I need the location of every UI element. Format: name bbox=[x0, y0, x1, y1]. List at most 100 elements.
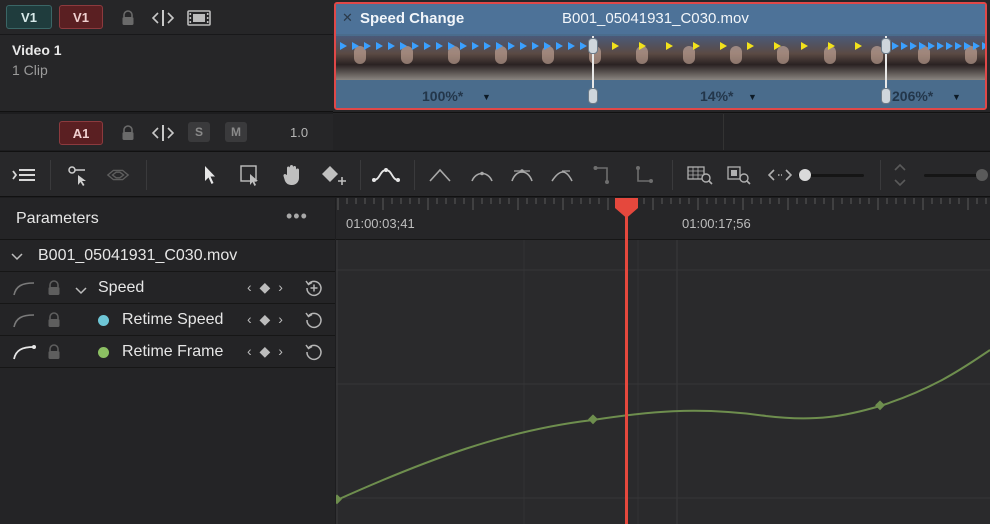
speed-marker bbox=[556, 42, 563, 50]
parameters-header: Parameters ••• bbox=[0, 198, 335, 240]
track-volume[interactable]: 1.0 bbox=[290, 125, 308, 140]
speed-marker bbox=[666, 42, 673, 50]
playhead-head-icon[interactable] bbox=[614, 198, 639, 220]
video-clip[interactable]: ✕ Speed Change B001_05041931_C030.mov 10… bbox=[334, 2, 987, 110]
keyframe-nav[interactable]: ‹ ◆ › bbox=[247, 279, 285, 296]
caret-down-icon[interactable]: ▼ bbox=[748, 92, 757, 102]
lock-icon[interactable] bbox=[118, 8, 138, 28]
mute-button[interactable]: M bbox=[225, 122, 247, 142]
speed-marker bbox=[520, 42, 527, 50]
solo-button[interactable]: S bbox=[188, 122, 210, 142]
hold-icon[interactable] bbox=[592, 163, 616, 187]
reset-icon[interactable] bbox=[304, 342, 324, 367]
speed-marker bbox=[352, 42, 359, 50]
speed-marker bbox=[693, 42, 700, 50]
audio-track-header: A1 S M 1.0 bbox=[0, 114, 333, 150]
reset-icon[interactable] bbox=[304, 310, 324, 335]
toggle-parameters-icon[interactable] bbox=[12, 163, 36, 187]
vertical-zoom-slider[interactable] bbox=[924, 174, 982, 177]
filmstrip-toggle-icon[interactable] bbox=[186, 7, 212, 29]
caret-down-icon[interactable]: ▼ bbox=[952, 92, 961, 102]
speed-change-title: Speed Change bbox=[360, 10, 465, 27]
curve-toggle-icon[interactable] bbox=[12, 280, 36, 301]
curve-toggle-icon[interactable] bbox=[12, 312, 36, 333]
speed-marker bbox=[973, 42, 980, 50]
speed-marker bbox=[747, 42, 754, 50]
curve-editor-icon[interactable] bbox=[372, 163, 400, 187]
parameter-row-speed[interactable]: Speed ‹ ◆ › bbox=[0, 272, 335, 304]
dynamic-zoom-icon[interactable] bbox=[106, 163, 130, 187]
add-keyframe-icon[interactable] bbox=[320, 163, 348, 187]
close-icon[interactable]: ✕ bbox=[342, 10, 353, 26]
destination-track-button[interactable]: V1 bbox=[6, 5, 52, 29]
speed-point-handle-bottom[interactable] bbox=[588, 88, 598, 104]
keyframe-point bbox=[875, 400, 885, 411]
speed-marker bbox=[424, 42, 431, 50]
horizontal-zoom-slider-knob[interactable] bbox=[799, 169, 811, 181]
chevron-down-icon[interactable] bbox=[74, 283, 88, 301]
vertical-zoom-icon[interactable] bbox=[888, 163, 912, 187]
ease-in-out-icon[interactable] bbox=[510, 163, 534, 187]
keyframe-nav[interactable]: ‹ ◆ › bbox=[247, 343, 285, 360]
speed-marker bbox=[928, 42, 935, 50]
speed-marker bbox=[855, 42, 862, 50]
speed-marker bbox=[901, 42, 908, 50]
lock-icon[interactable] bbox=[46, 280, 62, 301]
speed-segment-1[interactable]: 100%* bbox=[422, 88, 463, 104]
zoom-selection-icon[interactable] bbox=[726, 163, 754, 187]
parameter-row-retime-frame[interactable]: Retime Frame ‹ ◆ › bbox=[0, 336, 335, 368]
speed-marker bbox=[388, 42, 395, 50]
audio-auto-select-icon[interactable] bbox=[150, 122, 176, 144]
speed-marker bbox=[937, 42, 944, 50]
zoom-to-fit-icon[interactable] bbox=[686, 163, 714, 187]
add-reset-icon[interactable] bbox=[304, 278, 324, 303]
timecode-ruler[interactable]: 01:00:03;41 01:00:17;56 bbox=[336, 198, 990, 240]
speed-marker bbox=[400, 42, 407, 50]
speed-marker bbox=[508, 42, 515, 50]
chevron-down-icon[interactable] bbox=[10, 249, 24, 267]
marquee-select-icon[interactable] bbox=[238, 163, 262, 187]
retime-speed-color-dot bbox=[98, 315, 109, 326]
horizontal-zoom-icon[interactable] bbox=[768, 163, 792, 187]
audio-track-button[interactable]: A1 bbox=[59, 121, 103, 145]
more-options-icon[interactable]: ••• bbox=[286, 206, 308, 227]
step-icon[interactable] bbox=[632, 163, 656, 187]
parameter-label: Retime Speed bbox=[122, 311, 224, 328]
source-track-button[interactable]: V1 bbox=[59, 5, 103, 29]
curve-graph[interactable]: 01:00:03;41 01:00:17;56 bbox=[336, 198, 990, 524]
speed-point-handle-top[interactable] bbox=[881, 38, 891, 54]
audio-lock-icon[interactable] bbox=[118, 123, 138, 143]
parameters-title: Parameters bbox=[16, 210, 99, 227]
speed-segment-2[interactable]: 14%* bbox=[700, 88, 733, 104]
lock-icon[interactable] bbox=[46, 344, 62, 365]
speed-marker bbox=[982, 42, 985, 50]
hand-icon[interactable] bbox=[280, 163, 304, 187]
curve-select-icon[interactable] bbox=[66, 163, 90, 187]
speed-segment-3[interactable]: 206%* bbox=[892, 88, 933, 104]
auto-select-icon[interactable] bbox=[150, 7, 176, 29]
speed-point-handle-bottom[interactable] bbox=[881, 88, 891, 104]
pointer-icon[interactable] bbox=[198, 163, 222, 187]
speed-marker bbox=[892, 42, 899, 50]
parameter-label: Retime Frame bbox=[122, 343, 224, 360]
lock-icon[interactable] bbox=[46, 312, 62, 333]
speed-marker bbox=[828, 42, 835, 50]
clip-name: B001_05041931_C030.mov bbox=[38, 247, 238, 264]
keyframe-nav[interactable]: ‹ ◆ › bbox=[247, 311, 285, 328]
speed-point-handle-top[interactable] bbox=[588, 38, 598, 54]
playhead[interactable] bbox=[625, 206, 628, 524]
retime-frame-curve bbox=[336, 349, 990, 501]
clip-row[interactable]: B001_05041931_C030.mov bbox=[0, 240, 335, 272]
curve-graph-canvas[interactable] bbox=[336, 198, 990, 524]
vertical-zoom-slider-knob[interactable] bbox=[976, 169, 988, 181]
speed-marker bbox=[376, 42, 383, 50]
ease-icon[interactable] bbox=[550, 163, 574, 187]
caret-down-icon[interactable]: ▼ bbox=[482, 92, 491, 102]
linear-interpolation-icon[interactable] bbox=[428, 163, 452, 187]
keyframe-point bbox=[588, 414, 598, 425]
speed-marker bbox=[639, 42, 646, 50]
speed-marker bbox=[919, 42, 926, 50]
curve-toggle-icon[interactable] bbox=[12, 344, 36, 365]
bezier-interpolation-icon[interactable] bbox=[470, 163, 494, 187]
parameter-row-retime-speed[interactable]: Retime Speed ‹ ◆ › bbox=[0, 304, 335, 336]
